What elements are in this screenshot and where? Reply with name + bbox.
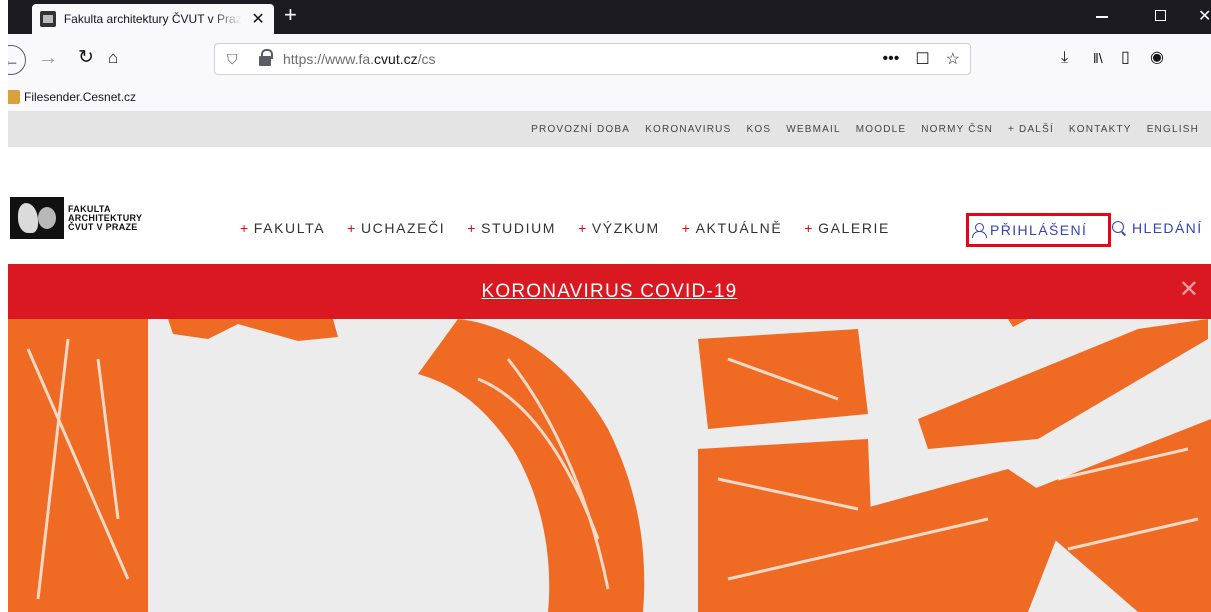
hero-image bbox=[8, 319, 1211, 612]
logo-line-3: ČVUT V PRAZE bbox=[68, 221, 138, 232]
util-link-dalsi[interactable]: + DALŠÍ bbox=[1008, 124, 1054, 135]
url-domain: cvut.cz bbox=[374, 51, 418, 67]
nav-item-vyzkum[interactable]: + VÝZKUM bbox=[578, 220, 660, 236]
url-bar[interactable]: ⛉ https://www.fa.cvut.cz/cs ••• ☐ ☆ bbox=[214, 43, 971, 75]
navigation-toolbar: ← → ↻ ⌂ ⛉ https://www.fa.cvut.cz/cs ••• … bbox=[0, 34, 1211, 84]
nav-item-galerie[interactable]: + GALERIE bbox=[804, 220, 890, 236]
bookmark-filesender[interactable]: Filesender.Cesnet.cz bbox=[6, 90, 136, 104]
util-link-moodle[interactable]: MOODLE bbox=[856, 124, 907, 135]
search-label: HLEDÁNÍ bbox=[1132, 220, 1203, 236]
browser-window: Fakulta architektury ČVUT v Praze ✕ + ✕ … bbox=[0, 0, 1211, 612]
hero-shape-top bbox=[168, 319, 338, 341]
hero-shape-tip bbox=[1008, 319, 1028, 327]
nav-label: FAKULTA bbox=[253, 220, 326, 236]
window-close-icon[interactable]: ✕ bbox=[1198, 6, 1211, 26]
hero-shape-arc bbox=[418, 319, 645, 612]
main-navigation: + FAKULTA + UCHAZEČI + STUDIUM + VÝZKUM + AKT… bbox=[240, 220, 890, 236]
reload-button[interactable]: ↻ bbox=[78, 48, 94, 68]
pocket-icon[interactable]: ☐ bbox=[915, 49, 929, 69]
new-tab-button[interactable]: + bbox=[284, 2, 297, 28]
user-icon bbox=[972, 223, 987, 238]
download-icon[interactable]: ⤓ bbox=[1061, 50, 1068, 66]
banner-close-icon[interactable]: ✕ bbox=[1179, 278, 1199, 302]
logo-emblem-icon bbox=[10, 197, 64, 239]
tab-strip: Fakulta architektury ČVUT v Praze ✕ + ✕ bbox=[0, 0, 1211, 34]
search-button[interactable]: HLEDÁNÍ bbox=[1112, 220, 1202, 236]
search-icon bbox=[1112, 221, 1126, 235]
covid-banner: KORONAVIRUS COVID-19 ✕ bbox=[8, 264, 1211, 319]
login-label: PŘIHLÁŠENÍ bbox=[990, 222, 1088, 238]
login-button[interactable]: PŘIHLÁŠENÍ bbox=[966, 213, 1111, 247]
plus-icon: + bbox=[347, 220, 357, 236]
nav-item-studium[interactable]: + STUDIUM bbox=[467, 220, 556, 236]
util-link-provozni-doba[interactable]: PROVOZNÍ DOBA bbox=[531, 124, 630, 135]
util-link-kontakty[interactable]: KONTAKTY bbox=[1069, 124, 1132, 135]
util-link-koronavirus[interactable]: KORONAVIRUS bbox=[645, 124, 731, 135]
browser-tab[interactable]: Fakulta architektury ČVUT v Praze ✕ bbox=[32, 4, 274, 34]
bookmark-favicon-icon bbox=[6, 90, 20, 104]
maximize-icon[interactable] bbox=[1155, 10, 1166, 21]
shield-icon[interactable]: ⛉ bbox=[227, 51, 243, 68]
bookmark-star-icon[interactable]: ☆ bbox=[946, 49, 960, 69]
util-link-kos[interactable]: KOS bbox=[746, 124, 771, 135]
nav-label: AKTUÁLNĚ bbox=[695, 220, 783, 236]
nav-label: UCHAZEČI bbox=[360, 220, 446, 236]
plus-icon: + bbox=[578, 220, 588, 236]
logo-text: FAKULTA ARCHITEKTURY ČVUT V PRAZE bbox=[68, 204, 142, 232]
plus-icon: + bbox=[804, 220, 815, 236]
url-text[interactable]: https://www.fa.cvut.cz/cs bbox=[283, 51, 436, 67]
hero-shape-diag bbox=[918, 319, 1208, 449]
utility-nav: PROVOZNÍ DOBA KORONAVIRUS KOS WEBMAIL MO… bbox=[531, 124, 1199, 135]
url-prefix: https://www.fa. bbox=[283, 51, 375, 67]
favicon-icon bbox=[40, 11, 56, 27]
library-icon[interactable]: ‖\ bbox=[1093, 50, 1103, 66]
nav-item-aktualne[interactable]: + AKTUÁLNĚ bbox=[682, 220, 783, 236]
bookmarks-toolbar: Filesender.Cesnet.cz bbox=[0, 84, 1211, 112]
nav-label: VÝZKUM bbox=[591, 220, 660, 236]
site-header: FAKULTA ARCHITEKTURY ČVUT V PRAZE + FAKUL… bbox=[0, 147, 1211, 264]
plus-icon: + bbox=[681, 220, 692, 236]
window-left-edge bbox=[0, 0, 8, 612]
nav-label: STUDIUM bbox=[481, 220, 557, 236]
covid-banner-link[interactable]: KORONAVIRUS COVID-19 bbox=[8, 281, 1211, 303]
faculty-logo[interactable]: FAKULTA ARCHITEKTURY ČVUT V PRAZE bbox=[10, 197, 142, 239]
plus-icon: + bbox=[467, 220, 478, 236]
nav-label: GALERIE bbox=[818, 220, 890, 236]
minimize-icon[interactable] bbox=[1096, 16, 1108, 18]
nav-item-fakulta[interactable]: + FAKULTA bbox=[240, 220, 325, 236]
page-actions-icon[interactable]: ••• bbox=[883, 50, 900, 68]
home-button[interactable]: ⌂ bbox=[108, 48, 118, 68]
tab-title: Fakulta architektury ČVUT v Praze bbox=[63, 12, 243, 26]
util-link-normy-csn[interactable]: NORMY ČSN bbox=[921, 124, 993, 135]
lock-icon[interactable] bbox=[259, 49, 273, 66]
close-tab-icon[interactable]: ✕ bbox=[250, 9, 266, 29]
hero-artwork bbox=[8, 319, 1211, 612]
sidebar-icon[interactable]: ▯ bbox=[1121, 50, 1130, 66]
util-link-english[interactable]: ENGLISH bbox=[1147, 124, 1199, 135]
bookmark-label: Filesender.Cesnet.cz bbox=[24, 90, 137, 104]
account-icon[interactable]: ◉ bbox=[1150, 50, 1164, 66]
forward-button[interactable]: → bbox=[38, 48, 58, 68]
util-link-webmail[interactable]: WEBMAIL bbox=[786, 124, 841, 135]
plus-icon: + bbox=[240, 220, 250, 236]
url-suffix: /cs bbox=[417, 51, 436, 67]
nav-item-uchazeci[interactable]: + UCHAZEČI bbox=[347, 220, 445, 236]
site-utility-bar: PROVOZNÍ DOBA KORONAVIRUS KOS WEBMAIL MO… bbox=[0, 112, 1211, 147]
